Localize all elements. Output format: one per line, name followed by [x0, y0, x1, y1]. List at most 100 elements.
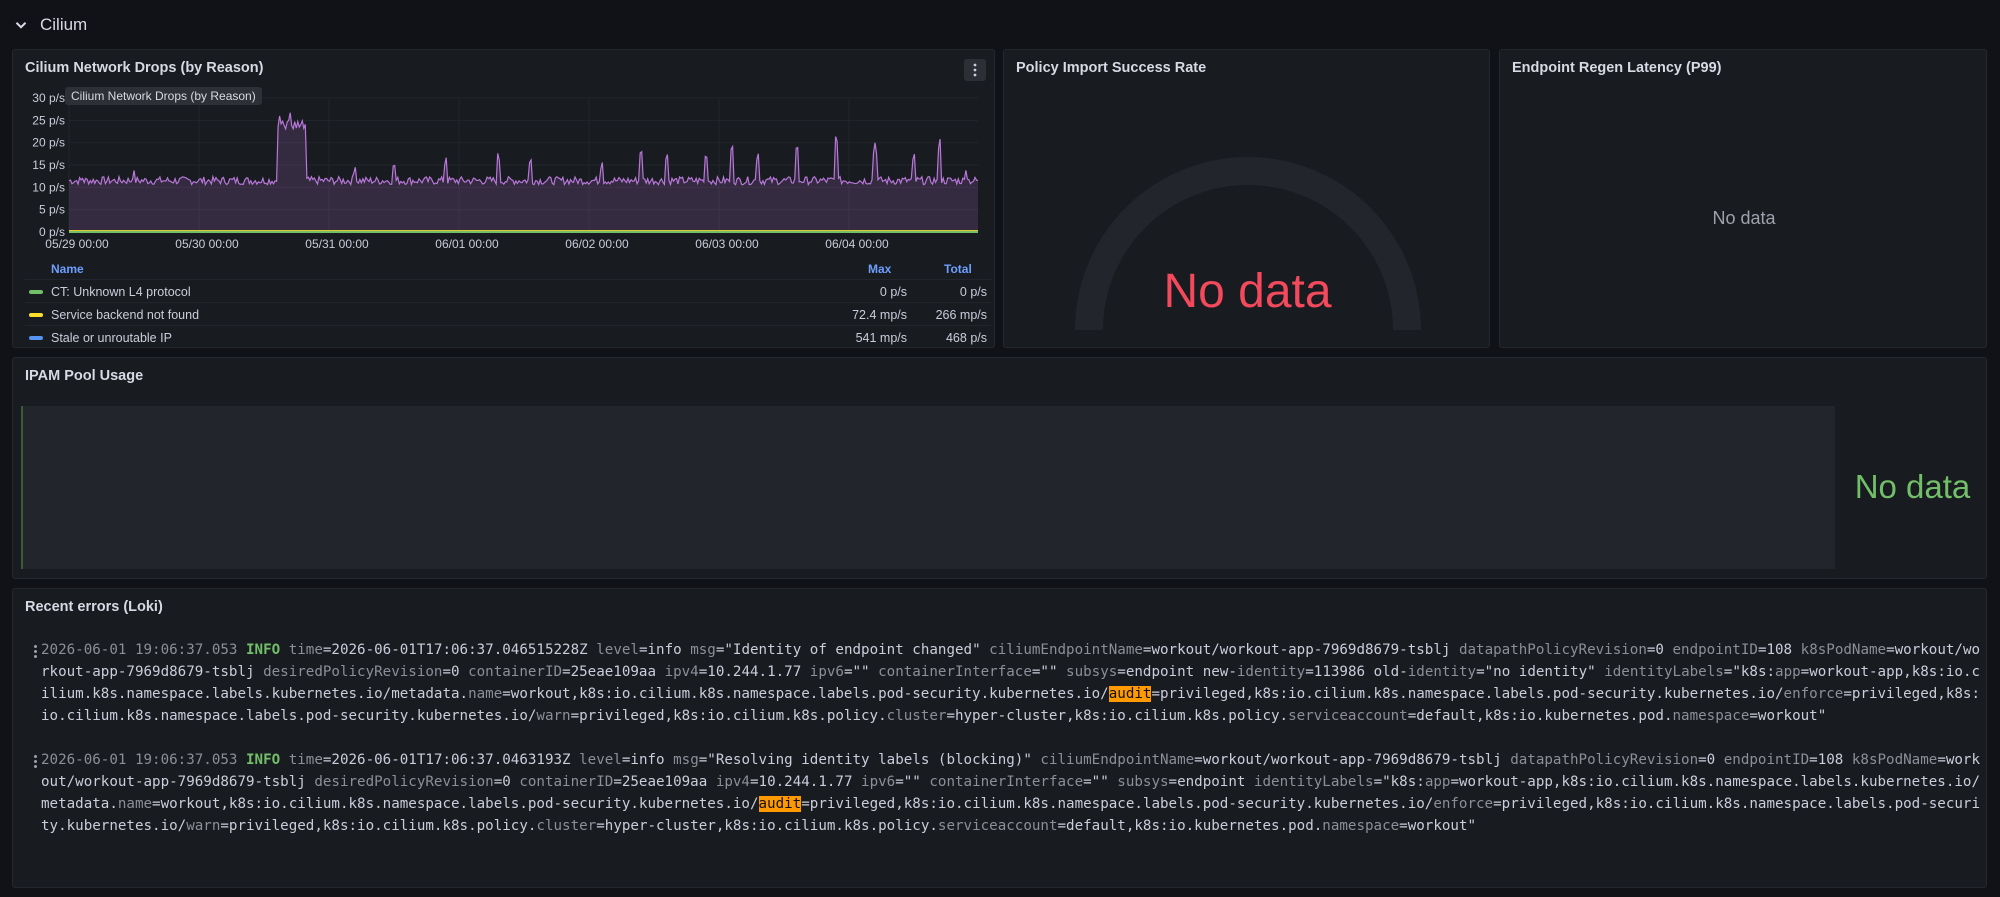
log-field-value: =0 — [442, 664, 469, 680]
log-field-value: ="" — [1083, 774, 1118, 790]
log-field-value: =10.244.1.77 — [749, 774, 862, 790]
log-field-key: name — [117, 796, 153, 812]
log-timestamp: 2026-06-01 19:06:37.053 — [41, 752, 246, 768]
x-tick-label: 06/01 00:00 — [435, 237, 499, 251]
log-field-key: name — [468, 686, 503, 702]
log-field-key: msg — [673, 752, 699, 768]
log-field-key: ipv6 — [809, 664, 844, 680]
log-field-key: ipv6 — [861, 774, 896, 790]
log-field-value: =hyper-cluster,k8s:io.cilium.k8s.policy. — [596, 818, 938, 834]
legend-total-value: 266 mp/s — [935, 307, 987, 322]
panel-title: IPAM Pool Usage — [25, 368, 144, 384]
kebab-menu-icon — [973, 63, 977, 77]
log-field-value: =workout/workout-app-7969d8679-tsblj — [1194, 752, 1511, 768]
log-field-key: identityLabels — [1253, 774, 1374, 790]
legend-swatch-icon — [29, 312, 43, 317]
log-field-value: ="" — [895, 774, 930, 790]
y-tick-label: 10 p/s — [32, 180, 65, 194]
row-header-cilium[interactable]: Cilium — [12, 8, 87, 42]
log-highlight: audit — [758, 796, 802, 812]
y-tick-label: 30 p/s — [32, 91, 65, 105]
log-highlight: audit — [1108, 686, 1152, 702]
x-tick-label: 05/30 00:00 — [175, 237, 239, 251]
legend-row[interactable]: Stale or unroutable IP 541 mp/s 468 p/s — [25, 325, 991, 347]
log-timestamp: 2026-06-01 19:06:37.053 — [41, 642, 246, 658]
log-line[interactable]: 2026-06-01 19:06:37.053 INFO time=2026-0… — [41, 749, 1986, 837]
network-drops-chart[interactable]: 0 p/s 5 p/s 10 p/s 15 p/s 20 p/s 25 p/s 30 p/s… — [13, 90, 995, 300]
log-field-value: =0 — [1646, 642, 1673, 658]
log-field-value: =0 — [1698, 752, 1724, 768]
log-field-value: =113986 old- — [1305, 664, 1408, 680]
log-field-key: serviceaccount — [937, 818, 1058, 834]
legend-max-value: 72.4 mp/s — [852, 307, 907, 322]
log-field-key: identity — [1236, 664, 1306, 680]
log-field-key: containerID — [468, 664, 563, 680]
legend-header-name[interactable]: Name — [51, 262, 84, 276]
log-field-key: enforce — [1783, 686, 1844, 702]
panel-menu-button[interactable] — [964, 59, 986, 81]
y-tick-label: 25 p/s — [32, 113, 65, 127]
log-field-key: ciliumEndpointName — [1040, 752, 1195, 768]
log-field-key: namespace — [1672, 708, 1750, 724]
log-field-key: desiredPolicyRevision — [314, 774, 494, 790]
log-field-key: level — [596, 642, 639, 658]
log-field-value: =10.244.1.77 — [698, 664, 810, 680]
log-field-value: =info — [638, 642, 691, 658]
log-field-value: ="Identity of endpoint changed" — [715, 642, 990, 658]
legend-series-name: Stale or unroutable IP — [51, 330, 172, 345]
log-row-menu-icon[interactable] — [28, 751, 42, 771]
log-field-value: =endpoint — [1168, 774, 1254, 790]
y-tick-label: 20 p/s — [32, 136, 65, 150]
legend-header-total[interactable]: Total — [944, 262, 972, 276]
log-field-key: cluster — [536, 818, 597, 834]
log-field-value: =workout" — [1399, 818, 1477, 834]
log-field-value: ="k8s: — [1723, 664, 1776, 680]
log-field-value: =workout,k8s:io.cilium.k8s.namespace.lab… — [152, 796, 759, 812]
log-field-key: time — [288, 752, 323, 768]
log-field-key: ipv4 — [715, 774, 750, 790]
ipam-bar-area — [21, 406, 1835, 569]
legend-total-value: 468 p/s — [945, 330, 987, 345]
y-tick-label: 15 p/s — [32, 158, 65, 172]
log-field-key: ciliumEndpointName — [989, 642, 1143, 658]
legend-total-value: 0 p/s — [959, 284, 987, 299]
log-line[interactable]: 2026-06-01 19:06:37.053 INFO time=2026-0… — [41, 639, 1986, 727]
series-line[interactable] — [68, 112, 979, 187]
legend-max-value: 0 p/s — [879, 284, 907, 299]
log-field-key: warn — [536, 708, 571, 724]
log-field-value: ="" — [843, 664, 879, 680]
log-field-value: =privileged,k8s:io.cilium.k8s.policy. — [220, 818, 537, 834]
panel-loki-errors: Recent errors (Loki) 2026-06-01 19:06:37… — [12, 588, 1987, 888]
panel-title: Cilium Network Drops (by Reason) — [25, 60, 264, 76]
log-field-value: ="Resolving identity labels (blocking)" — [698, 752, 1041, 768]
log-level: INFO — [246, 752, 289, 768]
legend-header-max[interactable]: Max — [868, 262, 891, 276]
legend-swatch-icon — [29, 335, 43, 340]
ipam-nodata: No data — [1854, 468, 1971, 505]
log-field-value: =privileged,k8s:io.cilium.k8s.namespace.… — [1151, 686, 1784, 702]
endpoint-nodata: No data — [1712, 208, 1776, 228]
panel-title: Policy Import Success Rate — [1016, 60, 1207, 76]
log-field-key: enforce — [1433, 796, 1494, 812]
log-field-key: subsys — [1066, 664, 1118, 680]
x-tick-label: 05/29 00:00 — [45, 237, 109, 251]
log-field-key: k8sPodName — [1800, 642, 1887, 658]
legend-row[interactable]: Service backend not found 72.4 mp/s 266 mp… — [25, 302, 991, 326]
x-tick-label: 06/03 00:00 — [695, 237, 759, 251]
legend-series-name: Service backend not found — [51, 307, 200, 322]
panel-ipam-pool: IPAM Pool Usage No data — [12, 357, 1987, 579]
x-tick-label: 06/02 00:00 — [565, 237, 629, 251]
legend-row[interactable]: CT: Unknown L4 protocol 0 p/s 0 p/s — [25, 279, 991, 303]
chart-tooltip: Cilium Network Drops (by Reason) — [65, 87, 262, 105]
log-field-key: datapathPolicyRevision — [1458, 642, 1647, 658]
log-field-key: cluster — [886, 708, 947, 724]
log-field-key: identityLabels — [1604, 664, 1724, 680]
log-field-key: endpointID — [1723, 752, 1810, 768]
log-field-value: =108 — [1809, 752, 1852, 768]
log-field-key: containerID — [519, 774, 614, 790]
panel-policy-import: Policy Import Success Rate No data — [1003, 49, 1490, 348]
log-row-menu-icon[interactable] — [28, 641, 42, 661]
log-field-key: namespace — [1322, 818, 1400, 834]
log-field-value: =workout" — [1749, 708, 1827, 724]
legend-series-name: CT: Unknown L4 protocol — [51, 284, 191, 299]
